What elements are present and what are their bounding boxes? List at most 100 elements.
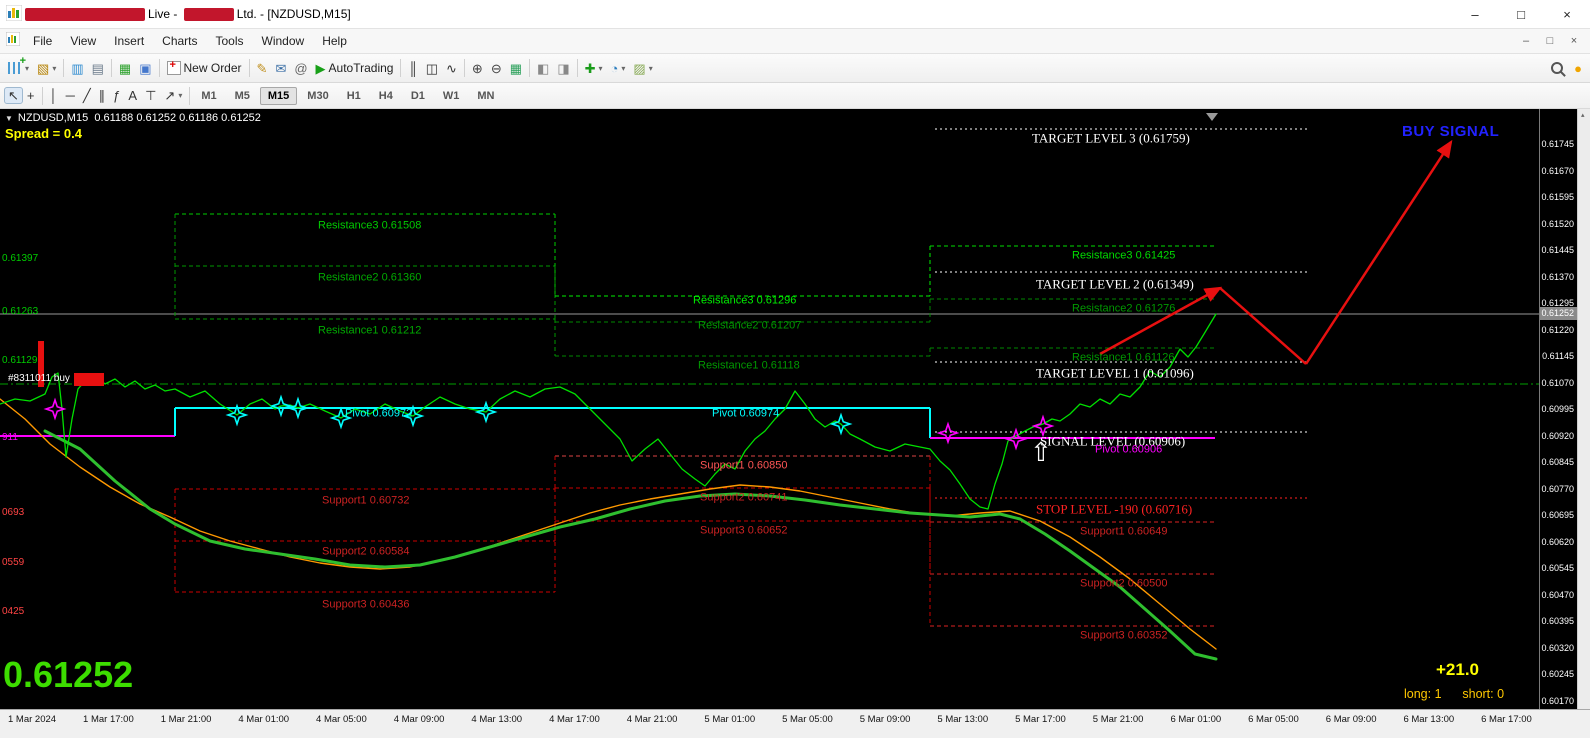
time-tick: 6 Mar 13:00 <box>1403 713 1455 725</box>
menu-insert[interactable]: Insert <box>105 32 153 50</box>
child-minimize-button[interactable]: – <box>1514 35 1538 47</box>
timeframe-h1-button[interactable]: H1 <box>339 87 369 105</box>
child-restore-button[interactable]: □ <box>1538 35 1562 47</box>
ohlc-text: NZDUSD,M15 0.61188 0.61252 0.61186 0.612… <box>17 112 261 124</box>
chart-label: 0425 <box>2 606 25 617</box>
scroll-up-icon[interactable]: ▴ <box>1581 111 1585 119</box>
chart-label: Resistance1 0.61126 <box>1072 351 1175 364</box>
horizontal-line-button[interactable]: ─ <box>62 87 79 104</box>
time-tick: 4 Mar 13:00 <box>471 713 523 725</box>
menu-bar: File View Insert Charts Tools Window Help – □ … <box>0 29 1590 54</box>
chart-label: 0.61263 <box>2 306 39 317</box>
profiles-icon: ▧ <box>37 60 50 76</box>
new-order-button[interactable]: New Order <box>163 59 246 77</box>
terminal-button[interactable]: ▣ <box>135 60 155 77</box>
menu-file[interactable]: File <box>24 32 61 50</box>
timeframe-d1-button[interactable]: D1 <box>403 87 433 105</box>
chart-label: Support3 0.60652 <box>700 524 788 537</box>
tile-windows-button[interactable]: ◧ <box>533 60 553 77</box>
vertical-line-button[interactable]: │ <box>46 87 62 104</box>
timeframe-m1-button[interactable]: M1 <box>193 87 224 105</box>
timeframe-m30-button[interactable]: M30 <box>299 87 336 105</box>
new-chart-button[interactable]: + ▾ <box>4 55 33 76</box>
profiles-button[interactable]: ▧ ▾ <box>33 60 60 77</box>
chart-label: Support3 0.60436 <box>322 598 410 611</box>
cursor-button[interactable]: ↖ <box>4 87 23 104</box>
expert-advisors-button[interactable]: @ <box>290 60 311 77</box>
cascade-windows-button[interactable]: ◨ <box>553 60 573 77</box>
time-tick: 4 Mar 09:00 <box>393 713 445 725</box>
line-chart-button[interactable]: ∿ <box>442 60 461 77</box>
community-button[interactable]: ● <box>1570 60 1586 77</box>
vertical-scrollbar[interactable]: ▴ <box>1577 109 1590 709</box>
channel-icon: ∥ <box>98 88 106 103</box>
toolbar-drawing: ↖ + │ ─ ╱ ∥ ƒ A ⊤ ↗ ▾ M1 M5 M15 M30 H1 H4 D1 W1 M… <box>0 83 1590 109</box>
menu-charts[interactable]: Charts <box>153 32 206 50</box>
data-window-icon: ▤ <box>91 60 104 76</box>
zoom-in-button[interactable]: ⊕ <box>468 60 487 77</box>
timeframe-m15-button[interactable]: M15 <box>259 86 298 105</box>
menu-tools[interactable]: Tools <box>207 32 253 50</box>
market-watch-button[interactable]: ▥ <box>67 60 87 77</box>
grid-toggle-button[interactable]: ▦ <box>506 60 526 77</box>
autotrading-button[interactable]: ▶ AutoTrading <box>312 59 398 77</box>
bar-chart-button[interactable]: ║ <box>404 60 421 77</box>
chevron-down-icon: ▾ <box>648 63 653 73</box>
zoom-out-button[interactable]: ⊖ <box>487 60 506 77</box>
close-button[interactable]: × <box>1544 0 1590 28</box>
time-tick: 5 Mar 21:00 <box>1092 713 1144 725</box>
separator <box>576 59 578 77</box>
bar-chart-icon: ║ <box>408 60 418 76</box>
expert-advisors-icon: @ <box>294 60 308 76</box>
trendline-button[interactable]: ╱ <box>79 87 95 104</box>
search-button[interactable] <box>1547 60 1570 76</box>
new-chart-icon: + <box>8 55 26 74</box>
arrows-tool-button[interactable]: ↗ ▾ <box>160 87 186 104</box>
fibonacci-button[interactable]: ƒ <box>109 87 124 104</box>
chevron-down-icon: ▾ <box>178 91 183 100</box>
line-chart-icon: ∿ <box>446 60 457 76</box>
chart-label: TARGET LEVEL 1 (0.61096) <box>1036 365 1194 381</box>
price-tick: 0.60245 <box>1541 669 1575 679</box>
mt4-window: Live - Ltd. - [NZDUSD,M15] – □ × File Vie… <box>0 0 1590 738</box>
menu-window[interactable]: Window <box>253 32 314 50</box>
child-close-button[interactable]: × <box>1562 35 1586 47</box>
chart-label: 0.61397 <box>2 253 39 264</box>
indicators-button[interactable]: ✚ ▾ <box>581 60 607 77</box>
menu-view[interactable]: View <box>61 32 105 50</box>
price-tick: 0.60170 <box>1541 695 1575 706</box>
timeframe-mn-button[interactable]: MN <box>469 87 502 105</box>
time-axis[interactable]: 1 Mar 2024 1 Mar 17:00 1 Mar 21:00 4 Mar 01… <box>0 710 1540 728</box>
menu-help[interactable]: Help <box>313 32 356 50</box>
text-label-button[interactable]: ⊤ <box>141 87 160 104</box>
grid-icon: ▦ <box>509 60 523 76</box>
mailbox-button[interactable]: ✉ <box>271 60 290 77</box>
price-tick: 0.60995 <box>1541 404 1575 414</box>
channel-button[interactable]: ∥ <box>95 87 110 104</box>
minimize-button[interactable]: – <box>1452 0 1498 28</box>
candlestick-chart-button[interactable]: ◫ <box>422 60 442 77</box>
time-tick: 5 Mar 17:00 <box>1015 713 1066 725</box>
maximize-button[interactable]: □ <box>1498 0 1544 28</box>
crosshair-button[interactable]: + <box>23 87 39 104</box>
timeframe-w1-button[interactable]: W1 <box>435 87 468 105</box>
svg-text:⇧: ⇧ <box>1030 438 1052 468</box>
periods-button[interactable]: ◔ ▾ <box>607 60 630 77</box>
text-button[interactable]: A <box>124 87 141 104</box>
market-watch-icon: ▥ <box>71 60 84 76</box>
price-tick: 0.60620 <box>1541 536 1575 547</box>
data-window-button[interactable]: ▤ <box>88 60 108 77</box>
templates-button[interactable]: ▨ ▾ <box>629 60 656 77</box>
collapse-icon[interactable]: ▼ <box>5 114 13 123</box>
timeframe-h4-button[interactable]: H4 <box>371 87 401 105</box>
separator <box>529 59 531 77</box>
price-axis[interactable]: 0.61745 0.61670 0.61595 0.61520 0.61445 0.613… <box>1539 109 1578 709</box>
price-tick: 0.61070 <box>1541 377 1575 388</box>
metaeditor-button[interactable]: ✎ <box>253 60 272 77</box>
navigator-button[interactable]: ▦ <box>115 60 135 77</box>
zoom-in-icon: ⊕ <box>471 60 483 76</box>
chart-canvas[interactable]: ⇧ TARGET LEVEL 3 (0.61759) TARGET LEVEL 2… <box>0 109 1540 709</box>
separator <box>248 59 250 77</box>
timeframe-m5-button[interactable]: M5 <box>227 87 258 105</box>
new-order-icon <box>166 59 181 75</box>
